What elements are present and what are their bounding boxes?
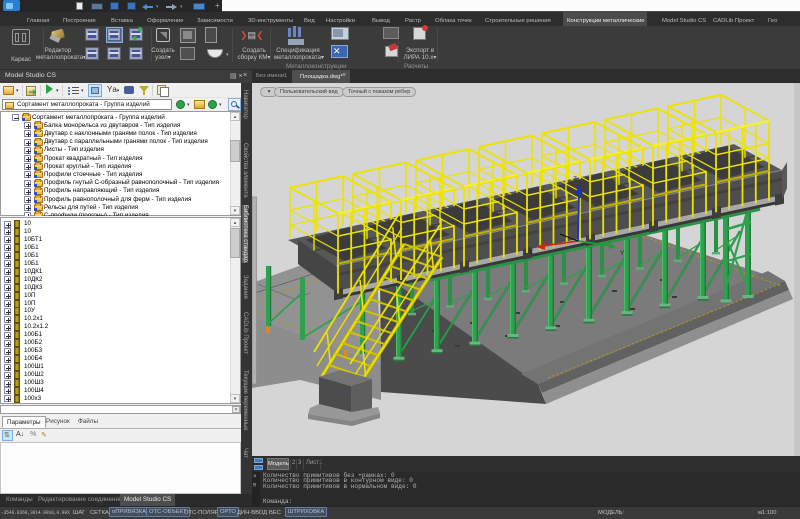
svg-text:X: X — [529, 249, 534, 256]
svg-text:Y: Y — [620, 250, 625, 257]
svg-text:Z: Z — [573, 176, 577, 183]
